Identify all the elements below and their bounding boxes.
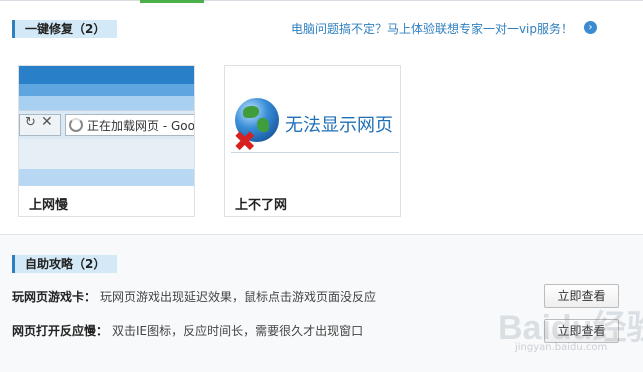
card-label: 上不了网 bbox=[235, 198, 288, 213]
arrow-right-circle-icon[interactable]: › bbox=[584, 21, 597, 34]
loading-tab-text: 正在加载网页 - Goo bbox=[87, 119, 194, 133]
active-tab-indicator bbox=[140, 0, 204, 3]
cannot-display-message: 无法显示网页 bbox=[285, 115, 393, 136]
loading-spinner-icon bbox=[69, 118, 83, 132]
guide-description: 玩网页游戏出现延迟效果，鼠标点击游戏页面没反应 bbox=[100, 290, 377, 304]
refresh-icon: ↻ bbox=[25, 115, 36, 130]
section-header-self-help: 自助攻略（2） bbox=[12, 255, 118, 273]
list-item: 玩网页游戏卡： 玩网页游戏出现延迟效果，鼠标点击游戏页面没反应 bbox=[12, 289, 376, 305]
baidu-watermark-url: jingyan.baidu.com bbox=[515, 342, 608, 353]
list-item: 网页打开反应慢： 双击IE图标，反应时间长，需要很久才出现窗口 bbox=[12, 323, 363, 339]
card-label: 上网慢 bbox=[29, 198, 69, 213]
top-border bbox=[0, 0, 643, 1]
close-icon: ✕ bbox=[41, 114, 53, 130]
browser-loading-thumbnail: ↻ ✕ 正在加载网页 - Goo bbox=[19, 66, 194, 186]
cannot-display-thumbnail: ✖ 无法显示网页 bbox=[225, 66, 400, 186]
repair-card-no-internet[interactable]: ✖ 无法显示网页 上不了网 bbox=[224, 65, 401, 217]
guide-description: 双击IE图标，反应时间长，需要很久才出现窗口 bbox=[112, 324, 364, 338]
repair-card-slow-internet[interactable]: ↻ ✕ 正在加载网页 - Goo 上网慢 bbox=[18, 65, 195, 217]
section-header-one-click-repair: 一键修复（2） bbox=[12, 20, 118, 38]
vip-service-link[interactable]: 电脑问题搞不定？马上体验联想专家一对一vip服务！ bbox=[291, 21, 573, 37]
guide-title: 玩网页游戏卡： bbox=[12, 290, 97, 304]
guide-title: 网页打开反应慢： bbox=[12, 324, 109, 338]
